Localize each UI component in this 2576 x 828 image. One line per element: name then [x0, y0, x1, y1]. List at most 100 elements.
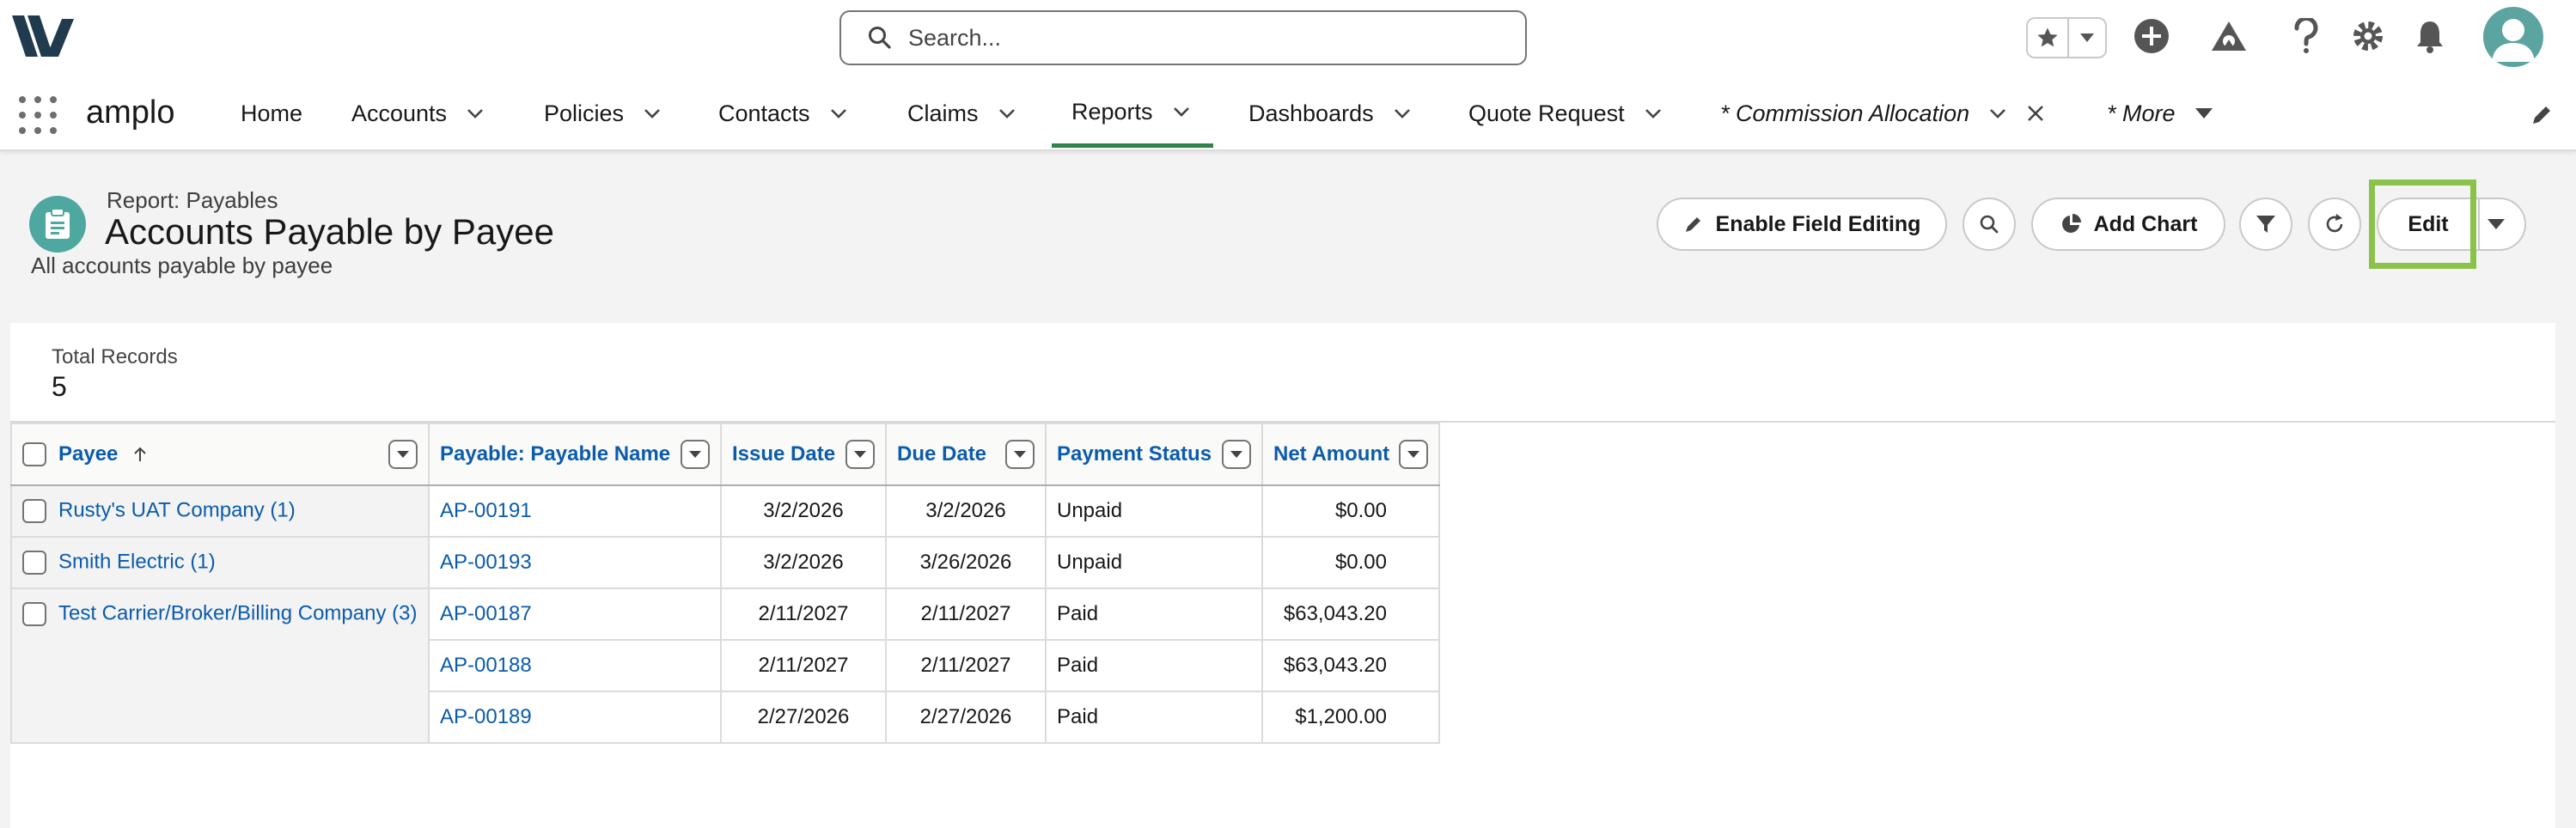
total-records-label: Total Records	[52, 345, 178, 368]
payment-status-cell: Paid	[1045, 639, 1263, 692]
payable-name-link[interactable]: AP-00193	[428, 536, 722, 589]
caret-down-icon[interactable]	[2194, 107, 2213, 119]
net-amount-cell: $0.00	[1261, 484, 1440, 538]
chevron-down-icon[interactable]	[1172, 102, 1191, 121]
nav-item-quote-request[interactable]: Quote Request	[1468, 76, 1663, 151]
due-date-cell: 2/11/2027	[885, 588, 1047, 641]
column-menu-icon[interactable]	[1222, 440, 1251, 469]
column-menu-icon[interactable]	[681, 440, 710, 469]
row-checkbox[interactable]	[22, 498, 46, 523]
chevron-down-icon[interactable]	[1644, 104, 1663, 123]
payable-name-link[interactable]: AP-00187	[428, 588, 722, 641]
chevron-down-icon[interactable]	[1393, 104, 1412, 123]
edit-nav-pencil-icon[interactable]	[2530, 103, 2554, 127]
trailhead-icon[interactable]	[2208, 15, 2249, 57]
table-row: Smith Electric (1) AP-00193 3/2/2026 3/2…	[10, 536, 1440, 589]
column-header-due-date[interactable]: Due Date	[885, 423, 1047, 486]
chevron-down-icon[interactable]	[829, 104, 848, 123]
search-icon	[869, 27, 891, 49]
issue-date-cell: 2/11/2027	[720, 588, 887, 641]
nav-item-accounts[interactable]: Accounts	[351, 76, 485, 151]
amplo-logo[interactable]	[12, 12, 79, 60]
group-payee-link[interactable]: Test Carrier/Broker/Billing Company (3)	[58, 602, 417, 625]
nav-item-claims[interactable]: Claims	[907, 76, 1016, 151]
add-chart-button[interactable]: Add Chart	[2031, 198, 2225, 251]
net-amount-cell: $1,200.00	[1261, 691, 1440, 744]
enable-field-editing-button[interactable]: Enable Field Editing	[1657, 198, 1947, 251]
payable-name-link[interactable]: AP-00189	[428, 691, 722, 744]
global-search[interactable]	[839, 10, 1527, 65]
group-cell: Test Carrier/Broker/Billing Company (3)	[10, 588, 430, 744]
payment-status-cell: Unpaid	[1045, 484, 1263, 538]
column-menu-icon[interactable]	[1005, 440, 1035, 469]
report-table: Payee Payable: Payable Name Issue Date D…	[10, 423, 1440, 744]
select-all-checkbox[interactable]	[22, 442, 46, 467]
chevron-down-icon[interactable]	[1988, 104, 2007, 123]
due-date-cell: 3/2/2026	[885, 484, 1047, 538]
payable-name-link[interactable]: AP-00191	[428, 484, 722, 538]
nav-item-policies[interactable]: Policies	[544, 76, 662, 151]
search-input[interactable]	[908, 24, 1492, 52]
close-icon[interactable]	[2026, 104, 2045, 123]
payment-status-cell: Paid	[1045, 588, 1263, 641]
column-header-payment-status[interactable]: Payment Status	[1045, 423, 1263, 486]
edit-menu-button[interactable]	[2478, 198, 2526, 251]
refresh-icon	[2326, 214, 2343, 233]
row-checkbox[interactable]	[22, 601, 46, 626]
caret-down-icon	[2487, 219, 2505, 229]
nav-item-reports[interactable]: Reports	[1052, 76, 1213, 148]
bell-icon[interactable]	[2409, 15, 2451, 57]
nav-item-contacts[interactable]: Contacts	[718, 76, 848, 151]
payment-status-cell: Unpaid	[1045, 536, 1263, 589]
refresh-button[interactable]	[2308, 198, 2361, 251]
chevron-down-icon[interactable]	[998, 104, 1016, 123]
nav-item-home[interactable]: Home	[241, 76, 302, 151]
net-amount-cell: $63,043.20	[1261, 588, 1440, 641]
column-menu-icon[interactable]	[845, 440, 875, 469]
star-icon[interactable]	[2028, 19, 2069, 57]
issue-date-cell: 3/2/2026	[720, 484, 887, 538]
nav-item-more[interactable]: * More	[2107, 76, 2213, 151]
column-menu-icon[interactable]	[1399, 440, 1428, 469]
net-amount-cell: $0.00	[1261, 536, 1440, 589]
net-amount-cell: $63,043.20	[1261, 639, 1440, 692]
add-icon[interactable]	[2131, 15, 2172, 57]
nav-item-commission-allocation[interactable]: * Commission Allocation	[1720, 76, 2045, 151]
group-cell: Smith Electric (1)	[10, 536, 430, 589]
column-header-issue-date[interactable]: Issue Date	[720, 423, 887, 486]
column-header-payee[interactable]: Payee	[10, 423, 430, 486]
app-name: amplo	[86, 94, 175, 131]
nav-item-dashboards[interactable]: Dashboards	[1248, 76, 1412, 151]
search-report-button[interactable]	[1963, 198, 2016, 251]
app-launcher-icon[interactable]	[19, 96, 57, 134]
payment-status-cell: Paid	[1045, 691, 1263, 744]
setup-gear-icon[interactable]	[2347, 15, 2389, 57]
avatar-icon[interactable]	[2483, 7, 2543, 67]
filter-icon	[2256, 216, 2275, 233]
row-checkbox[interactable]	[22, 550, 46, 575]
favorites-group[interactable]	[2026, 17, 2107, 58]
issue-date-cell: 3/2/2026	[720, 536, 887, 589]
payable-name-link[interactable]: AP-00188	[428, 639, 722, 692]
help-icon[interactable]	[2286, 15, 2327, 57]
column-menu-icon[interactable]	[388, 440, 418, 469]
table-row: Test Carrier/Broker/Billing Company (3) …	[10, 588, 1440, 744]
chevron-down-icon[interactable]	[466, 104, 485, 123]
report-icon	[29, 196, 86, 253]
pencil-icon	[1685, 217, 1700, 232]
filter-button[interactable]	[2239, 198, 2292, 251]
column-header-net-amount[interactable]: Net Amount	[1261, 423, 1440, 486]
due-date-cell: 3/26/2026	[885, 536, 1047, 589]
page-title: Accounts Payable by Payee	[105, 211, 554, 252]
column-header-payable-name[interactable]: Payable: Payable Name	[428, 423, 722, 486]
report-type: Report: Payables	[107, 187, 278, 213]
group-payee-link[interactable]: Smith Electric (1)	[58, 551, 216, 574]
group-payee-link[interactable]: Rusty's UAT Company (1)	[58, 499, 296, 522]
table-row: Rusty's UAT Company (1) AP-00191 3/2/202…	[10, 484, 1440, 538]
nav-bar: amplo Home Accounts Policies Contacts Cl…	[0, 76, 2576, 151]
due-date-cell: 2/27/2026	[885, 691, 1047, 744]
chevron-down-icon[interactable]	[2069, 33, 2105, 43]
chevron-down-icon[interactable]	[643, 104, 662, 123]
sort-ascending-icon[interactable]	[132, 446, 148, 463]
due-date-cell: 2/11/2027	[885, 639, 1047, 692]
